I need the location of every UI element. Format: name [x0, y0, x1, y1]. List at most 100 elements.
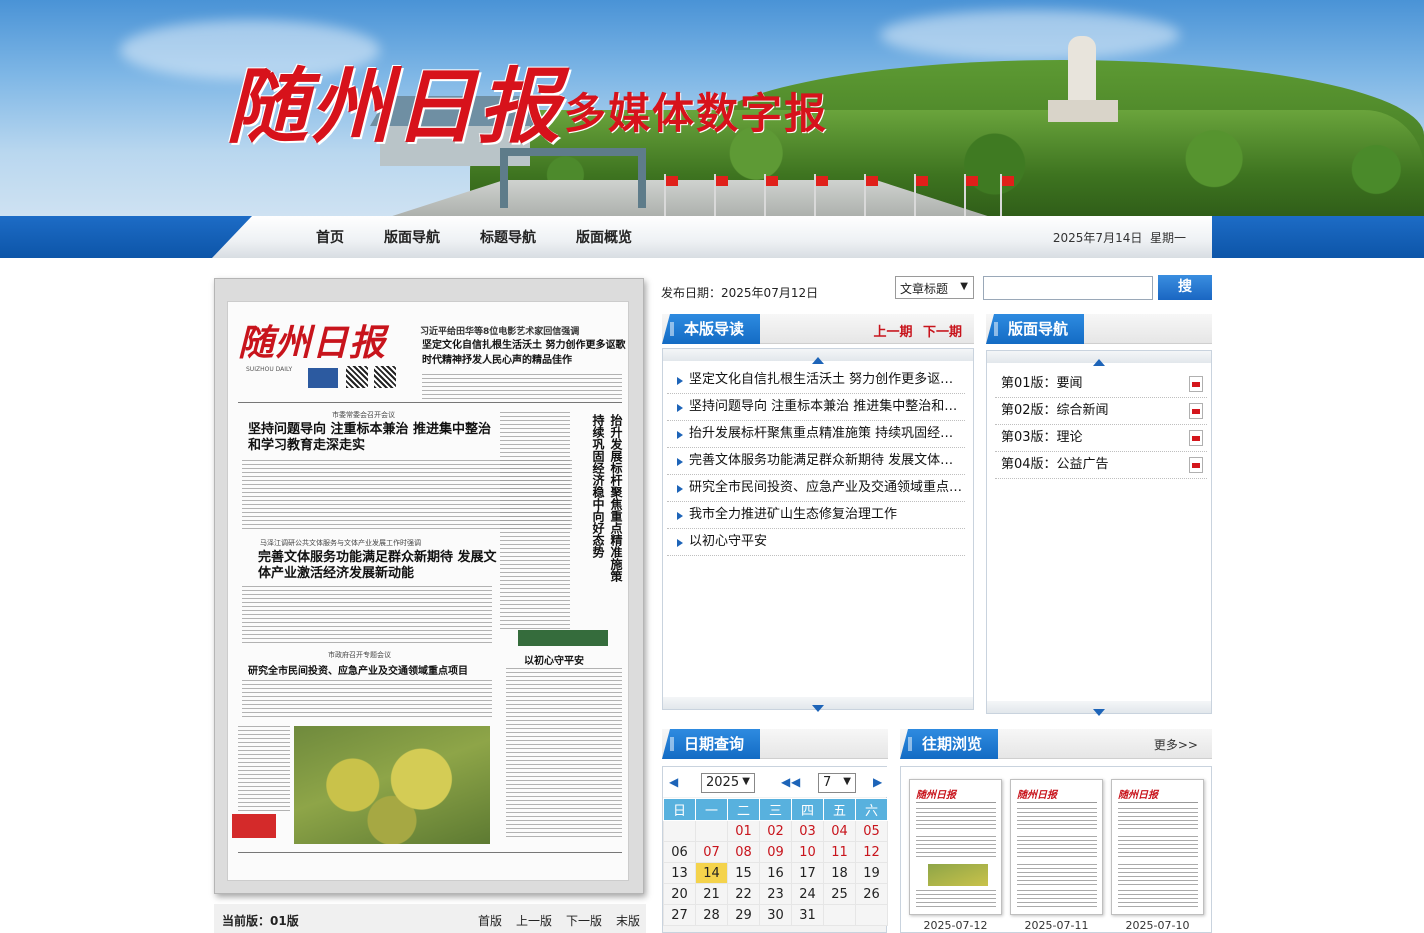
calendar-day: 21	[695, 883, 728, 905]
next-page-link[interactable]: 下一版	[566, 912, 602, 929]
page-item[interactable]: 第02版：综合新闻	[995, 398, 1207, 425]
calendar-day: 22	[727, 883, 760, 905]
nav-page-overview[interactable]: 版面概览	[576, 227, 632, 247]
calendar-day[interactable]: 09	[759, 841, 792, 863]
scroll-up-button[interactable]	[987, 351, 1211, 366]
calendar-day[interactable]: 03	[791, 820, 824, 842]
first-page-link[interactable]: 首版	[478, 912, 502, 929]
page-item[interactable]: 第03版：理论	[995, 425, 1207, 452]
article-item[interactable]: 我市全力推进矿山生态修复治理工作	[667, 502, 965, 529]
calendar-weekday: 六	[855, 798, 888, 821]
thumb-text	[1118, 836, 1198, 860]
past-issue-thumbnail[interactable]: 随州日报	[1111, 779, 1204, 915]
third-headline: 研究全市民间投资、应急产业及交通领域重点项目	[248, 666, 468, 677]
calendar-day: 15	[727, 862, 760, 884]
pdf-icon[interactable]	[1189, 430, 1203, 446]
calendar-day: 17	[791, 862, 824, 884]
page-item-label: 第01版：要闻	[1001, 376, 1083, 391]
prev-year-icon[interactable]: ◀	[669, 775, 678, 789]
prev-month-icon[interactable]: ◀	[791, 775, 800, 789]
article-item[interactable]: 以初心守平安	[667, 529, 965, 556]
thumb-text	[916, 808, 996, 832]
page-pager: 首版 上一版 下一版 末版	[478, 912, 640, 929]
prev-issue-link[interactable]: 上一期	[873, 325, 912, 340]
search-input[interactable]	[983, 276, 1153, 300]
qr-code-icon	[374, 366, 396, 388]
next-issue-link[interactable]: 下一期	[923, 325, 962, 340]
search-button[interactable]: 搜 索	[1158, 275, 1212, 320]
arrow-down-icon	[812, 705, 824, 712]
chevron-down-icon: ▼	[742, 776, 750, 787]
scroll-down-button[interactable]	[987, 701, 1211, 716]
past-issue-date[interactable]: 2025-07-10	[1111, 919, 1204, 932]
article-item[interactable]: 完善文体服务功能满足群众新期待 发展文体产业激活经济发展新动能	[667, 448, 965, 475]
calendar-day: 16	[759, 862, 792, 884]
past-issue-date[interactable]: 2025-07-11	[1010, 919, 1103, 932]
calendar-day[interactable]: 08	[727, 841, 760, 863]
second-headline: 完善文体服务功能满足群众新期待 发展文体产业激活经济发展新动能	[258, 550, 497, 581]
calendar-day[interactable]: 01	[727, 820, 760, 842]
pdf-icon[interactable]	[1189, 376, 1203, 392]
calendar-day[interactable]: 04	[823, 820, 856, 842]
current-weekday: 星期一	[1149, 231, 1186, 245]
page-item-label: 第02版：综合新闻	[1001, 403, 1109, 418]
calendar-day: 06	[663, 841, 696, 863]
thumb-text	[916, 890, 996, 908]
calendar-day[interactable]: 05	[855, 820, 888, 842]
nav-home[interactable]: 首页	[316, 227, 344, 247]
calendar-week: 20 21 22 23 24 25 26	[663, 883, 888, 905]
calendar-controls: ◀ 2025 ▼ ◀ ◀ 7 ▼ ▶	[663, 767, 888, 797]
more-link[interactable]: 更多>>	[1154, 736, 1198, 753]
calendar-weekday: 五	[823, 798, 856, 821]
page-item[interactable]: 第01版：要闻	[995, 371, 1207, 398]
top-headline: 坚定文化自信扎根生活沃土 努力创作更多讴歌时代精神抒发人民心声的精品佳作	[422, 340, 626, 366]
nav-title-navigation[interactable]: 标题导航	[480, 227, 536, 247]
calendar-day[interactable]: 07	[695, 841, 728, 863]
article-item[interactable]: 抬升发展标杆聚焦重点精准施策 持续巩固经济稳中向好态势	[667, 421, 965, 448]
thumb-text	[1118, 808, 1198, 832]
prev-page-link[interactable]: 上一版	[516, 912, 552, 929]
nav-page-navigation[interactable]: 版面导航	[384, 227, 440, 247]
side-banner-image	[518, 630, 608, 646]
past-issue-date[interactable]: 2025-07-12	[909, 919, 1002, 932]
publish-date-label: 发布日期：	[661, 286, 722, 300]
calendar-day[interactable]: 11	[823, 841, 856, 863]
calendar-day: 26	[855, 883, 888, 905]
calendar-day[interactable]: 02	[759, 820, 792, 842]
next-month-icon[interactable]: ▶	[873, 775, 882, 789]
scroll-up-button[interactable]	[663, 349, 973, 364]
calendar-week: 13 14 15 16 17 18 19	[663, 862, 888, 884]
page-item[interactable]: 第04版：公益广告	[995, 452, 1207, 479]
thumb-masthead: 随州日报	[1118, 790, 1158, 801]
newspaper-page-frame: 随州日报 SUIZHOU DAILY 习近平给田华等8位电影艺术家回信强调 坚定…	[214, 278, 644, 894]
calendar-week: 06 07 08 09 10 11 12	[663, 841, 888, 863]
calendar-day[interactable]: 10	[791, 841, 824, 863]
search-field-select[interactable]: 文章标题 ▼	[895, 276, 974, 299]
publish-date-value: 2025年07月12日	[721, 286, 819, 300]
top-headline-kicker: 习近平给田华等8位电影艺术家回信强调	[420, 327, 580, 337]
newspaper-page-image[interactable]: 随州日报 SUIZHOU DAILY 习近平给田华等8位电影艺术家回信强调 坚定…	[227, 301, 629, 881]
calendar-day[interactable]: 12	[855, 841, 888, 863]
last-page-link[interactable]: 末版	[616, 912, 640, 929]
second-kicker: 马泽江调研公共文体服务与文体产业发展工作时强调	[260, 539, 421, 547]
article-item[interactable]: 坚持问题导向 注重标本兼治 推进集中整治和学习教育走深走实	[667, 394, 965, 421]
thumb-text	[1118, 864, 1198, 888]
page-list: 第01版：要闻 第02版：综合新闻 第03版：理论 第04版：公益广告	[995, 371, 1207, 479]
calendar-weekday: 二	[727, 798, 760, 821]
search-field-value: 文章标题	[900, 282, 949, 296]
calendar: ◀ 2025 ▼ ◀ ◀ 7 ▼ ▶ 日一二三四五六 01 02 03 04 05 06 07 0…	[662, 766, 888, 933]
article-item[interactable]: 研究全市民间投资、应急产业及交通领域重点项目	[667, 475, 965, 502]
calendar-week: 27 28 29 30 31	[663, 904, 888, 926]
pdf-icon[interactable]	[1189, 403, 1203, 419]
month-select[interactable]: 7 ▼	[818, 773, 856, 793]
calendar-empty-cell	[663, 820, 696, 842]
next-year-icon[interactable]: ◀	[781, 775, 790, 789]
past-issue-thumbnail[interactable]: 随州日报	[1010, 779, 1103, 915]
scroll-down-button[interactable]	[663, 697, 973, 712]
year-select[interactable]: 2025 ▼	[701, 773, 755, 793]
pdf-icon[interactable]	[1189, 457, 1203, 473]
this-page-title: 本版导读	[662, 314, 761, 344]
past-issue-thumbnail[interactable]: 随州日报	[909, 779, 1002, 915]
past-issues-title: 往期浏览	[900, 729, 999, 759]
article-item[interactable]: 坚定文化自信扎根生活沃土 努力创作更多讴歌时代精神抒发人民心声的精品佳作	[667, 367, 965, 394]
